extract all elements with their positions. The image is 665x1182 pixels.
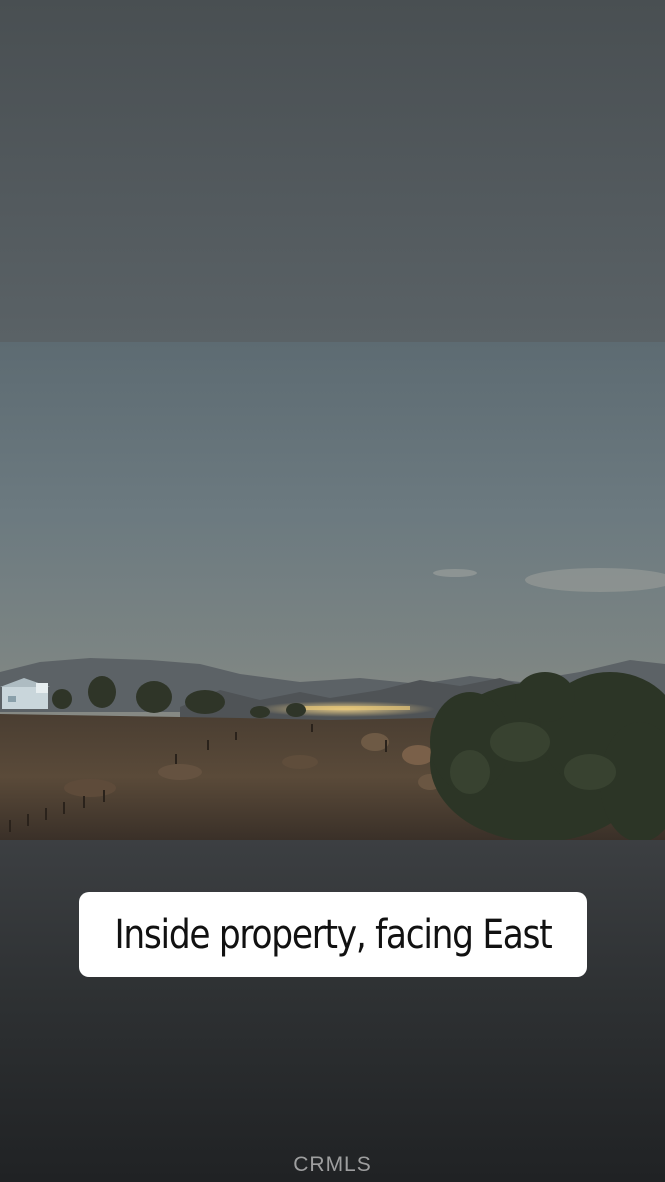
landscape-photo [0,342,665,840]
top-blurred-band [0,0,665,342]
rock [361,733,389,751]
rock [402,745,434,765]
rock [282,755,318,769]
cloud [433,569,477,577]
city-lights-strip [300,706,410,710]
crmls-watermark: CRMLS [293,1153,372,1176]
rock [64,779,116,797]
rock [158,764,202,780]
caption-text: Inside property, facing East [114,911,553,958]
caption-box: Inside property, facing East [79,892,587,977]
story-frame: Inside property, facing East CRMLS [0,0,665,1182]
